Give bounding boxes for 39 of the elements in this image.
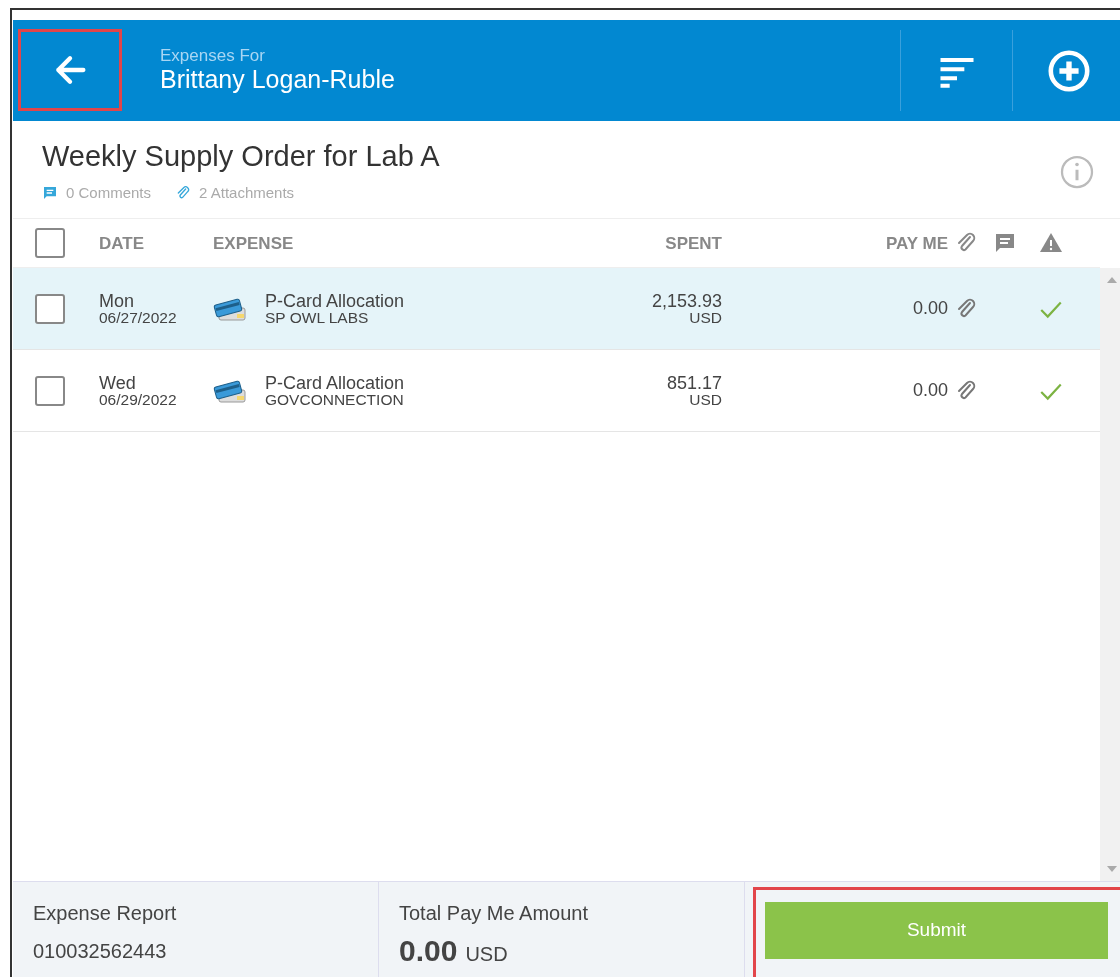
scrollbar[interactable] — [1100, 268, 1120, 881]
currency-code: USD — [688, 392, 722, 408]
row-checkbox[interactable] — [35, 293, 65, 324]
submit-button[interactable]: Submit — [765, 902, 1108, 959]
column-header: PAY ME — [885, 233, 948, 253]
day-text: Wed — [99, 374, 137, 393]
table-row[interactable]: Mon 06/27/2022 P-Card Allocation SP OWL LABS 2,153.93 USD 0.00 — [13, 268, 1100, 351]
report-label: Expense Report — [33, 901, 178, 926]
pay-me-amount: 0.00 — [912, 379, 948, 400]
row-checkbox[interactable] — [35, 375, 65, 406]
info-icon[interactable] — [1059, 153, 1095, 190]
spent-amount: 2,153.93 — [650, 292, 722, 311]
date-text: 06/27/2022 — [99, 310, 178, 326]
expense-type: P-Card Allocation — [265, 292, 405, 311]
scroll-up-icon[interactable] — [1107, 276, 1117, 285]
back-button[interactable] — [18, 29, 122, 111]
scroll-down-icon[interactable] — [1107, 865, 1117, 873]
column-header: DATE — [99, 232, 145, 255]
vendor-name: GOVCONNECTION — [265, 392, 405, 408]
header-title: Brittany Logan-Ruble — [160, 66, 396, 94]
day-text: Mon — [99, 292, 135, 311]
date-text: 06/29/2022 — [99, 392, 178, 408]
spent-amount: 851.17 — [665, 374, 722, 393]
report-number: 010032562443 — [33, 939, 168, 964]
currency-code: USD — [689, 310, 722, 326]
total-amount: 0.00 — [399, 933, 458, 969]
attachments-count[interactable]: 2 Attachments — [199, 181, 295, 205]
column-header: SPENT — [665, 233, 722, 253]
pay-me-amount: 0.00 — [912, 297, 948, 318]
expense-type: P-Card Allocation — [265, 374, 405, 393]
table-row[interactable]: Wed 06/29/2022 P-Card Allocation GOVCONNECTION 851.17 USD 0.00 — [13, 350, 1100, 433]
total-currency: USD — [465, 942, 508, 967]
column-header: EXPENSE — [213, 232, 295, 255]
report-title: Weekly Supply Order for Lab A — [42, 139, 441, 174]
header-subtitle: Expenses For — [160, 47, 266, 67]
vendor-name: SP OWL LABS — [265, 310, 370, 326]
total-label: Total Pay Me Amount — [399, 901, 589, 926]
select-all-checkbox[interactable] — [35, 228, 65, 259]
comments-count[interactable]: 0 Comments — [66, 181, 152, 205]
